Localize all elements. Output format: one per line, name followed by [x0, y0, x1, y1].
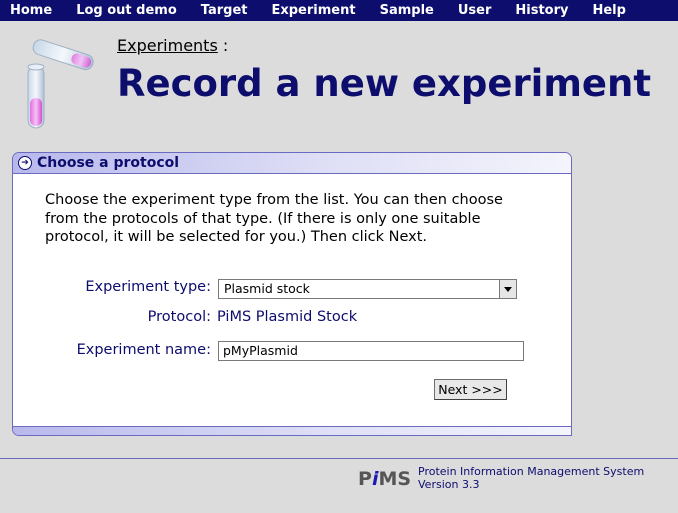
nav-sample[interactable]: Sample: [368, 3, 446, 18]
dropdown-arrow-icon[interactable]: [499, 280, 516, 298]
nav-target[interactable]: Target: [189, 3, 260, 18]
nav-help[interactable]: Help: [580, 3, 637, 18]
top-nav-bar: Home Log out demo Target Experiment Samp…: [0, 0, 678, 21]
choose-protocol-panel: ➔ Choose a protocol Choose the experimen…: [12, 152, 572, 436]
test-tubes-logo: [27, 39, 94, 129]
experiment-type-selected-value: Plasmid stock: [224, 281, 310, 296]
pims-logo-p: P: [358, 468, 372, 490]
breadcrumb: Experiments :: [117, 36, 228, 55]
experiment-name-label: Experiment name:: [76, 342, 211, 358]
nav-user[interactable]: User: [446, 3, 504, 18]
footer-system-name: Protein Information Management System: [418, 465, 645, 478]
footer-divider: [0, 458, 678, 459]
protocol-label: Protocol:: [147, 309, 211, 325]
experiment-type-label: Experiment type:: [85, 279, 211, 295]
page-title: Record a new experiment: [117, 62, 652, 105]
protocol-value: PiMS Plasmid Stock: [217, 309, 358, 325]
pims-logo-ms: MS: [378, 468, 412, 490]
panel-footer-bar: [13, 426, 571, 435]
panel-header: ➔ Choose a protocol: [13, 153, 571, 174]
nav-history[interactable]: History: [503, 3, 580, 18]
nav-experiment[interactable]: Experiment: [259, 3, 367, 18]
nav-home[interactable]: Home: [0, 3, 64, 18]
panel-title: Choose a protocol: [37, 155, 180, 171]
nav-logout[interactable]: Log out demo: [64, 3, 189, 18]
footer-info: Protein Information Management System Ve…: [418, 465, 644, 491]
footer-version: Version 3.3: [418, 478, 480, 491]
pims-logo: PiMS: [358, 468, 411, 490]
breadcrumb-experiments-link[interactable]: Experiments: [117, 36, 218, 55]
next-button[interactable]: Next >>>: [434, 379, 507, 400]
experiment-name-input[interactable]: [218, 341, 524, 361]
breadcrumb-separator: :: [222, 36, 229, 55]
instructions-text: Choose the experiment type from the list…: [45, 192, 503, 245]
circle-arrow-right-icon: ➔: [18, 156, 32, 170]
experiment-type-select[interactable]: Plasmid stock: [218, 279, 517, 299]
